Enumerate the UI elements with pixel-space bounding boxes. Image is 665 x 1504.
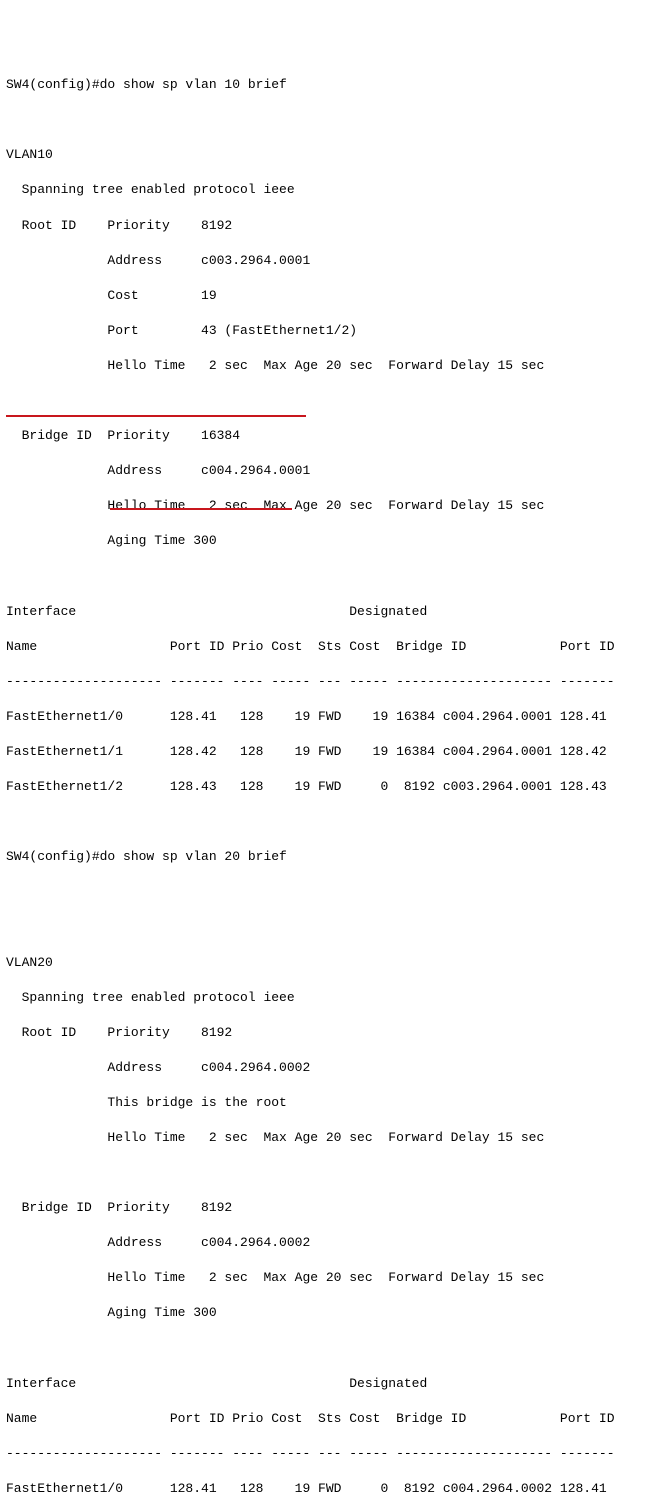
table-row: FastEthernet1/2 128.43 128 19 FWD 0 8192…: [6, 778, 659, 796]
blank: [6, 111, 659, 129]
root-id-priority-1: Root ID Priority 8192: [6, 217, 659, 235]
root-id-priority-2: Root ID Priority 8192: [6, 1024, 659, 1042]
blank: [6, 1164, 659, 1182]
blank: [6, 1340, 659, 1358]
annotation-underline-cmd2: [6, 415, 306, 417]
bridge-id-address-1: Address c004.2964.0001: [6, 462, 659, 480]
root-id-timers-2: Hello Time 2 sec Max Age 20 sec Forward …: [6, 1129, 659, 1147]
blank: [6, 813, 659, 831]
table-header2-1: Name Port ID Prio Cost Sts Cost Bridge I…: [6, 638, 659, 656]
annotation-underline-root: [110, 508, 292, 510]
table-sep-1: -------------------- ------- ---- ----- …: [6, 673, 659, 691]
sp-protocol-2: Spanning tree enabled protocol ieee: [6, 989, 659, 1007]
table-row: FastEthernet1/0 128.41 128 19 FWD 19 163…: [6, 708, 659, 726]
table-header1-2: Interface Designated: [6, 1375, 659, 1393]
cli-prompt-2: SW4(config)#do show sp vlan 20 brief: [6, 848, 659, 866]
cli-prompt-1: SW4(config)#do show sp vlan 10 brief: [6, 76, 659, 94]
bridge-id-aging-1: Aging Time 300: [6, 532, 659, 550]
blank: [6, 568, 659, 586]
blank: [6, 918, 659, 936]
blank: [6, 392, 659, 410]
root-id-port-1: Port 43 (FastEthernet1/2): [6, 322, 659, 340]
table-sep-2: -------------------- ------- ---- ----- …: [6, 1445, 659, 1463]
root-id-address-2: Address c004.2964.0002: [6, 1059, 659, 1077]
table-row: FastEthernet1/0 128.41 128 19 FWD 0 8192…: [6, 1480, 659, 1498]
root-id-isroot-2: This bridge is the root: [6, 1094, 659, 1112]
bridge-id-timers-1: Hello Time 2 sec Max Age 20 sec Forward …: [6, 497, 659, 515]
bridge-id-priority-1: Bridge ID Priority 16384: [6, 427, 659, 445]
bridge-id-priority-2: Bridge ID Priority 8192: [6, 1199, 659, 1217]
vlan10-header: VLAN10: [6, 146, 659, 164]
bridge-id-timers-2: Hello Time 2 sec Max Age 20 sec Forward …: [6, 1269, 659, 1287]
sp-protocol-1: Spanning tree enabled protocol ieee: [6, 181, 659, 199]
vlan20-header: VLAN20: [6, 954, 659, 972]
root-id-timers-1: Hello Time 2 sec Max Age 20 sec Forward …: [6, 357, 659, 375]
table-header1-1: Interface Designated: [6, 603, 659, 621]
table-header2-2: Name Port ID Prio Cost Sts Cost Bridge I…: [6, 1410, 659, 1428]
blank: [6, 883, 659, 901]
bridge-id-aging-2: Aging Time 300: [6, 1304, 659, 1322]
bridge-id-address-2: Address c004.2964.0002: [6, 1234, 659, 1252]
root-id-cost-1: Cost 19: [6, 287, 659, 305]
root-id-address-1: Address c003.2964.0001: [6, 252, 659, 270]
